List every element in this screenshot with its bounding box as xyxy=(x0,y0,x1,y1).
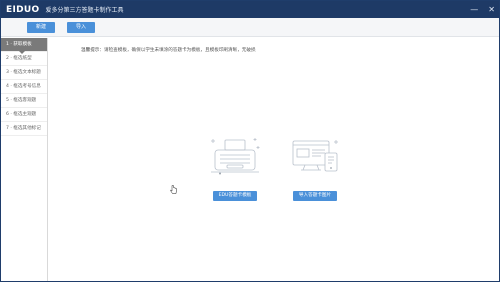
tip-message: 温馨提示：请检查模板，确保以学生未填涂的答题卡为模板，且模板印刷清晰，无破损 xyxy=(81,47,256,53)
typewriter-icon xyxy=(211,138,260,175)
import-button[interactable]: 导入 xyxy=(67,22,95,33)
window-controls: — ✕ xyxy=(470,1,495,18)
computer-phone-icon xyxy=(292,140,338,172)
app-logo: EIDUO xyxy=(6,4,40,15)
tip-label: 温馨提示： xyxy=(81,48,104,53)
new-button[interactable]: 新建 xyxy=(27,22,55,33)
template-card: EDU答题卡模板 xyxy=(207,135,263,201)
toolbar: 新建 导入 xyxy=(1,18,499,37)
step-select-exam-id[interactable]: 4 · 框选考号信息 xyxy=(1,80,47,94)
app-title: 爱多分第三方答题卡制作工具 xyxy=(45,7,124,14)
step-select-other-marks[interactable]: 7 · 框选其他标记 xyxy=(1,122,47,136)
template-button[interactable]: EDU答题卡模板 xyxy=(213,191,257,201)
step-select-subjective[interactable]: 6 · 框选主观题 xyxy=(1,108,47,122)
step-get-template[interactable]: 1 · 获取模板 xyxy=(1,38,47,54)
step-select-title[interactable]: 3 · 框选文本标题 xyxy=(1,66,47,80)
minimize-icon[interactable]: — xyxy=(470,5,478,14)
tip-text: 请检查模板，确保以学生未填涂的答题卡为模板，且模板印刷清晰，无破损 xyxy=(103,48,256,53)
step-select-paper[interactable]: 2 · 框选纸型 xyxy=(1,52,47,66)
image-card: 导入答题卡图片 xyxy=(287,135,343,201)
import-image-button[interactable]: 导入答题卡图片 xyxy=(293,191,337,201)
close-icon[interactable]: ✕ xyxy=(488,5,495,14)
pointer-cursor-icon xyxy=(170,185,177,194)
title-bar: EIDUO 爱多分第三方答题卡制作工具 — ✕ xyxy=(1,1,499,18)
step-select-objective[interactable]: 5 · 框选客观题 xyxy=(1,94,47,108)
app-window: EIDUO 爱多分第三方答题卡制作工具 — ✕ 新建 导入 1 · 获取模板 2… xyxy=(0,0,500,282)
steps-sidebar: 1 · 获取模板 2 · 框选纸型 3 · 框选文本标题 4 · 框选考号信息 … xyxy=(1,38,48,281)
